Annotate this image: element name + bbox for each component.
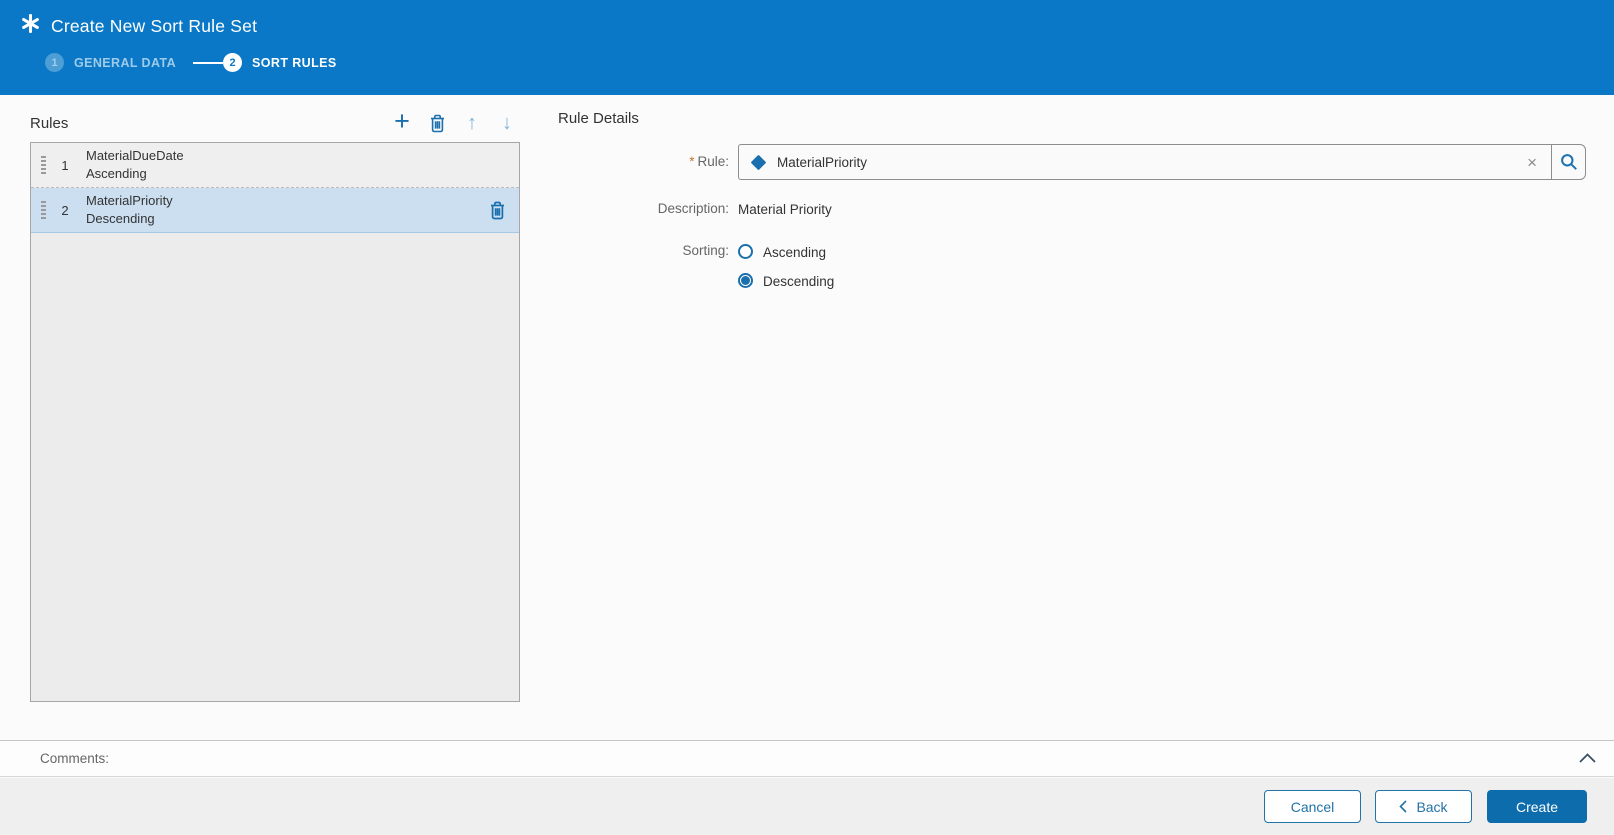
rules-panel-header: Rules + ↑ ↓	[30, 108, 520, 138]
chevron-up-icon[interactable]	[1579, 750, 1596, 768]
rules-panel-title: Rules	[30, 114, 69, 132]
step-1-circle: 1	[45, 53, 64, 72]
rule-details-title: Rule Details	[558, 110, 639, 127]
description-label: Description:	[657, 201, 729, 216]
sorting-option-label: Descending	[763, 274, 835, 289]
create-button[interactable]: Create	[1487, 790, 1587, 823]
trash-icon	[430, 114, 444, 132]
row-delete-button[interactable]	[489, 201, 506, 220]
rules-toolbar: + ↑ ↓	[389, 108, 520, 136]
wizard-stepper: 1 GENERAL DATA 2 SORT RULES	[45, 53, 1614, 72]
rule-value: MaterialPriority	[777, 154, 868, 170]
add-rule-button[interactable]: +	[389, 108, 415, 136]
asterisk-icon	[21, 13, 40, 38]
radio-icon	[738, 273, 753, 288]
required-marker: *	[689, 154, 695, 169]
move-rule-down-button[interactable]: ↓	[494, 110, 520, 136]
sorting-radio-group: Ascending Descending	[738, 243, 834, 289]
rule-input[interactable]: MaterialPriority ×	[738, 144, 1551, 180]
create-sort-rule-set-dialog: Create New Sort Rule Set 1 GENERAL DATA …	[0, 0, 1614, 835]
step-sort-rules[interactable]: 2 SORT RULES	[223, 53, 337, 72]
rule-details-panel: Rule Details *Rule: MaterialPriority ×	[558, 110, 1586, 289]
rule-row-name: MaterialDueDate	[86, 148, 184, 163]
step-2-circle: 2	[223, 53, 243, 72]
move-rule-up-button[interactable]: ↑	[459, 110, 485, 136]
diamond-icon	[750, 154, 767, 170]
clear-rule-button[interactable]: ×	[1523, 154, 1541, 171]
delete-rule-button[interactable]	[424, 110, 450, 136]
dialog-header: Create New Sort Rule Set 1 GENERAL DATA …	[0, 0, 1614, 95]
cancel-button[interactable]: Cancel	[1264, 790, 1361, 823]
rule-search-button[interactable]	[1551, 144, 1586, 180]
radio-icon	[738, 244, 753, 259]
trash-icon	[491, 201, 504, 219]
back-button[interactable]: Back	[1375, 790, 1472, 823]
drag-handle-icon[interactable]	[41, 201, 46, 219]
comments-label: Comments:	[40, 751, 110, 766]
rule-row-number: 2	[61, 202, 69, 218]
rule-row-2[interactable]: 2 MaterialPriority Descending	[31, 188, 519, 233]
rule-picker: MaterialPriority ×	[738, 144, 1586, 180]
step-1-label: GENERAL DATA	[74, 55, 177, 70]
sorting-label: Sorting:	[682, 243, 729, 258]
sorting-option-label: Ascending	[763, 245, 827, 260]
drag-handle-icon[interactable]	[41, 156, 46, 174]
rule-field-label: * Rule:	[689, 154, 729, 169]
description-value: Material Priority	[738, 202, 832, 217]
rule-row-direction: Ascending	[86, 166, 147, 181]
rules-list: 1 MaterialDueDate Ascending 2 MaterialPr…	[30, 142, 520, 702]
rule-row-direction: Descending	[86, 211, 155, 226]
chevron-left-icon	[1399, 800, 1408, 813]
step-general-data[interactable]: 1 GENERAL DATA	[45, 53, 176, 72]
comments-section-toggle[interactable]: Comments:	[0, 740, 1614, 777]
sorting-option-descending[interactable]: Descending	[738, 272, 834, 289]
dialog-footer: Cancel Back Create	[0, 778, 1614, 835]
rule-row-name: MaterialPriority	[86, 193, 173, 208]
dialog-title: Create New Sort Rule Set	[51, 15, 258, 36]
sorting-option-ascending[interactable]: Ascending	[738, 243, 834, 260]
step-2-label: SORT RULES	[252, 55, 337, 70]
step-connector-line	[193, 61, 224, 64]
search-icon	[1560, 154, 1577, 170]
rule-row-number: 1	[61, 157, 69, 173]
rule-row-1[interactable]: 1 MaterialDueDate Ascending	[31, 143, 519, 188]
